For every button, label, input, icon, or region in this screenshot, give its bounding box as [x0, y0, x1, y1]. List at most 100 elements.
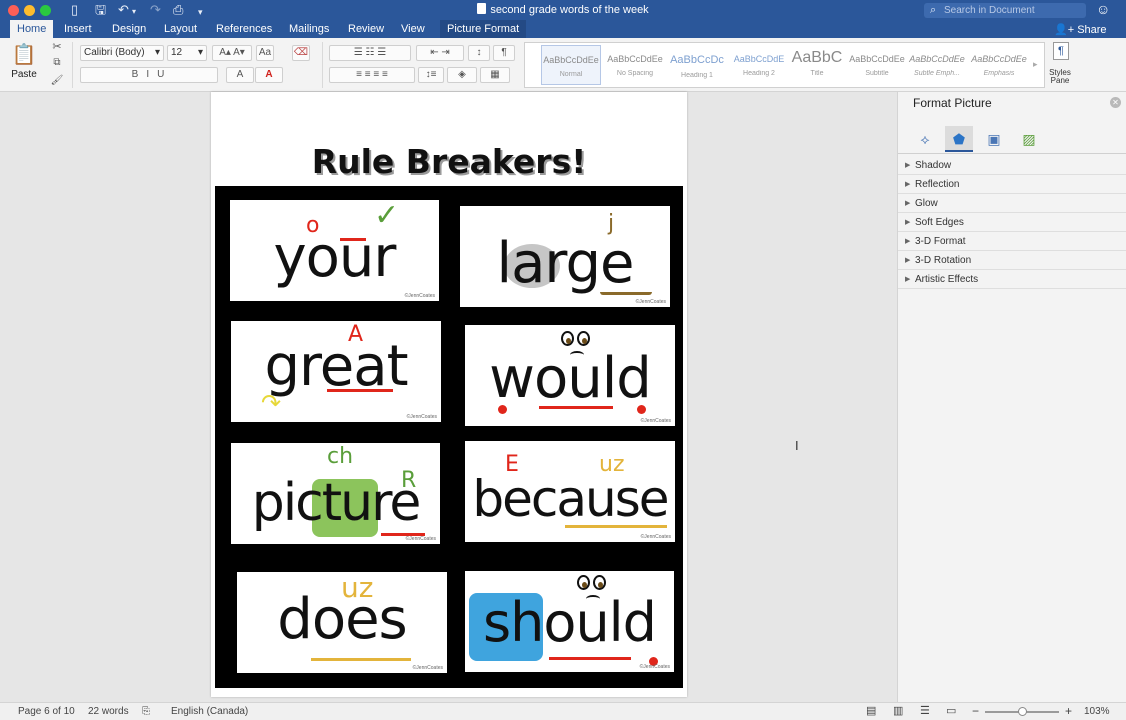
copy-icon[interactable]: ⧉ [50, 56, 64, 70]
clear-formatting-icon[interactable]: ⌫ [292, 45, 310, 61]
pane-title: Format Picture [913, 96, 992, 110]
add-person-icon: 👤+ [1054, 24, 1075, 36]
picture-tab-icon[interactable]: ▨ [1015, 126, 1043, 152]
red-underline [327, 389, 393, 392]
text-cursor-icon: I [795, 438, 799, 453]
word-cards-picture[interactable]: o ✓ your ©JennCoates j large ©JennCoates… [215, 186, 683, 688]
section-glow[interactable]: ▶ Glow [898, 194, 1126, 213]
proofing-icon[interactable]: ⎘ [142, 706, 150, 717]
section-3d-format[interactable]: ▶ 3-D Format [898, 232, 1126, 251]
red-underline [549, 657, 631, 660]
font-size-select[interactable]: 12 ▾ [167, 45, 207, 61]
chevron-down-icon: ▾ [197, 47, 203, 58]
style-normal[interactable]: AaBbCcDdEe Normal [541, 45, 601, 85]
tab-insert[interactable]: Insert [57, 20, 99, 38]
word-card-your: o ✓ your ©JennCoates [230, 200, 439, 301]
print-layout-view-icon[interactable]: ▤ [866, 704, 876, 717]
section-reflection[interactable]: ▶ Reflection [898, 175, 1126, 194]
credit-text: ©JennCoates [404, 293, 435, 299]
credit-text: ©JennCoates [639, 664, 670, 670]
expand-arrow-icon: ▶ [905, 162, 911, 169]
ribbon-divider [72, 42, 73, 88]
page-count[interactable]: Page 6 of 10 [18, 706, 75, 717]
tab-review[interactable]: Review [341, 20, 391, 38]
feedback-smiley-icon[interactable]: ☺ [1096, 1, 1110, 17]
word-text: because [472, 470, 669, 528]
style-subtle-emphasis[interactable]: AaBbCcDdEe Subtle Emph... [907, 45, 967, 85]
eye-icon [577, 575, 590, 590]
section-shadow[interactable]: ▶ Shadow [898, 156, 1126, 175]
tab-picture-format[interactable]: Picture Format [440, 20, 527, 38]
style-heading-1[interactable]: AaBbCcDc Heading 1 [667, 45, 727, 85]
style-title[interactable]: AaBbC Title [787, 45, 847, 85]
font-color-icon[interactable]: A [255, 67, 283, 83]
zoom-out-icon[interactable]: − [972, 704, 979, 718]
focus-view-icon[interactable]: ▭ [946, 704, 956, 717]
font-name-select[interactable]: Calibri (Body) ▾ [80, 45, 164, 61]
expand-arrow-icon: ▶ [905, 181, 911, 188]
outline-view-icon[interactable]: ☰ [920, 704, 930, 717]
red-underline [539, 406, 613, 409]
clipboard-icon[interactable]: 📋 [8, 42, 40, 68]
section-artistic-effects[interactable]: ▶ Artistic Effects [898, 270, 1126, 289]
search-input[interactable]: ⌕ Search in Document [924, 3, 1086, 18]
document-page[interactable]: Rule Breakers! o ✓ your ©JennCoates j la… [211, 92, 687, 697]
tab-design[interactable]: Design [105, 20, 153, 38]
word-card-should: should ©JennCoates [465, 571, 674, 672]
gallery-more-icon[interactable]: ▸ [1033, 59, 1038, 70]
font-style-buttons[interactable]: BIU [80, 67, 218, 83]
shading-icon[interactable]: ◈ [447, 67, 477, 83]
eye-icon [593, 575, 606, 590]
alignment-buttons[interactable]: ≡ ≡ ≡ ≡ [329, 67, 415, 83]
style-heading-2[interactable]: AaBbCcDdE Heading 2 [729, 45, 789, 85]
document-canvas[interactable]: Rule Breakers! o ✓ your ©JennCoates j la… [0, 92, 897, 702]
format-picture-pane: Format Picture ✕ ⟡ ⬟ ▣ ▨ ▶ Shadow ▶ Reflec… [897, 92, 1126, 702]
borders-icon[interactable]: ▦ [480, 67, 510, 83]
effects-tab-icon[interactable]: ⬟ [945, 126, 973, 152]
fill-line-tab-icon[interactable]: ⟡ [911, 126, 939, 152]
close-icon[interactable]: ✕ [1110, 97, 1121, 108]
credit-text: ©JennCoates [640, 534, 671, 540]
share-button[interactable]: 👤+ Share [1054, 23, 1107, 36]
layout-properties-tab-icon[interactable]: ▣ [980, 126, 1008, 152]
yellow-underline [565, 525, 667, 528]
zoom-slider-thumb[interactable] [1018, 707, 1027, 716]
brown-underline [600, 292, 652, 295]
expand-arrow-icon: ▶ [905, 276, 911, 283]
style-emphasis[interactable]: AaBbCcDdEe Emphasis [969, 45, 1029, 85]
text-effects-icon[interactable]: A [226, 67, 254, 83]
list-buttons[interactable]: ☰ ☷ ☰ [329, 45, 411, 61]
paste-button[interactable]: Paste [4, 68, 44, 82]
title-bar: ▯ 🖫 ↶ ▾ ↷ ⎙ ▾ second grade words of the … [0, 0, 1126, 20]
change-case-icon[interactable]: Aa [256, 45, 274, 61]
grow-shrink-font-buttons[interactable]: A▴ A▾ [212, 45, 252, 61]
tab-home[interactable]: Home [10, 20, 54, 38]
word-count[interactable]: 22 words [88, 706, 129, 717]
tab-layout[interactable]: Layout [157, 20, 204, 38]
styles-pane-icon[interactable]: ¶ [1048, 42, 1074, 64]
sort-icon[interactable]: ↕ [468, 45, 490, 61]
show-formatting-icon[interactable]: ¶ [493, 45, 515, 61]
style-no-spacing[interactable]: AaBbCcDdEe No Spacing [605, 45, 665, 85]
tab-mailings[interactable]: Mailings [282, 20, 336, 38]
styles-gallery[interactable]: AaBbCcDdEe Normal AaBbCcDdEe No Spacing Aa… [524, 42, 1045, 88]
tab-references[interactable]: References [209, 20, 279, 38]
cut-icon[interactable]: ✂ [50, 40, 64, 54]
zoom-in-icon[interactable]: + [1065, 704, 1072, 718]
tab-view[interactable]: View [394, 20, 432, 38]
indent-buttons[interactable]: ⇤ ⇥ [416, 45, 464, 61]
format-painter-icon[interactable]: 🖌 [50, 74, 64, 88]
swap-arrow-icon: ↷ [261, 389, 282, 417]
section-soft-edges[interactable]: ▶ Soft Edges [898, 213, 1126, 232]
credit-text: ©JennCoates [406, 414, 437, 420]
line-spacing-icon[interactable]: ↕≡ [418, 67, 444, 83]
status-bar: Page 6 of 10 22 words ⎘ English (Canada)… [0, 702, 1126, 720]
language-indicator[interactable]: English (Canada) [171, 706, 248, 717]
eye-icon [561, 331, 574, 346]
word-card-would: would ©JennCoates [465, 325, 675, 426]
style-subtitle[interactable]: AaBbCcDdEe Subtitle [847, 45, 907, 85]
styles-pane-button[interactable]: Styles Pane [1040, 69, 1080, 85]
section-3d-rotation[interactable]: ▶ 3-D Rotation [898, 251, 1126, 270]
web-layout-view-icon[interactable]: ▥ [893, 704, 903, 717]
zoom-level[interactable]: 103% [1084, 706, 1110, 717]
